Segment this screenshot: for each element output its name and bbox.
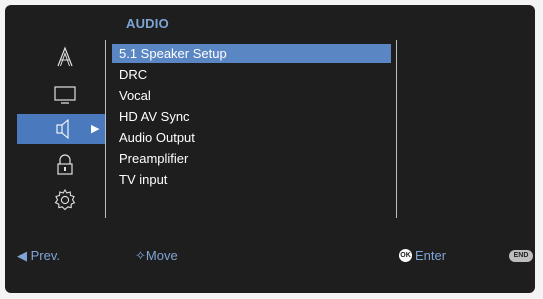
ok-button-icon: OK: [399, 249, 412, 262]
lock-icon: [53, 153, 77, 177]
menu-item-hd-av-sync[interactable]: HD AV Sync: [112, 107, 391, 126]
sidebar-item-lock[interactable]: [17, 150, 105, 180]
speaker-icon: [53, 117, 77, 141]
sidebar-item-settings[interactable]: [17, 185, 105, 215]
menu-item-preamplifier[interactable]: Preamplifier: [112, 149, 391, 168]
right-divider: [396, 40, 397, 218]
sidebar-item-tv[interactable]: [17, 79, 105, 109]
menu-item-vocal[interactable]: Vocal: [112, 86, 391, 105]
enter-label: Enter: [415, 248, 447, 263]
sidebar-item-audio[interactable]: ▶: [17, 114, 105, 144]
menu-item-drc[interactable]: DRC: [112, 65, 391, 84]
osd-screen: AUDIO ▶ 5.1 Speaker Setup DRC Vocal HD A…: [5, 5, 535, 293]
menu-item-audio-output[interactable]: Audio Output: [112, 128, 391, 147]
prev-button[interactable]: ◀ Prev.: [17, 248, 60, 264]
left-divider: [105, 40, 106, 218]
page-title: AUDIO: [126, 16, 169, 31]
move-hint: ✧Move: [135, 248, 178, 263]
enter-button[interactable]: OK Enter: [399, 248, 446, 263]
submenu-arrow-icon: ▶: [91, 123, 100, 135]
menu-item-tv-input[interactable]: TV input: [112, 170, 391, 189]
end-button[interactable]: END: [509, 250, 533, 262]
sidebar-item-display[interactable]: [17, 42, 105, 72]
tv-screen-icon: [53, 82, 77, 106]
font-icon: [53, 45, 77, 69]
menu-item-speaker-setup[interactable]: 5.1 Speaker Setup: [112, 44, 391, 63]
gear-icon: [53, 188, 77, 212]
